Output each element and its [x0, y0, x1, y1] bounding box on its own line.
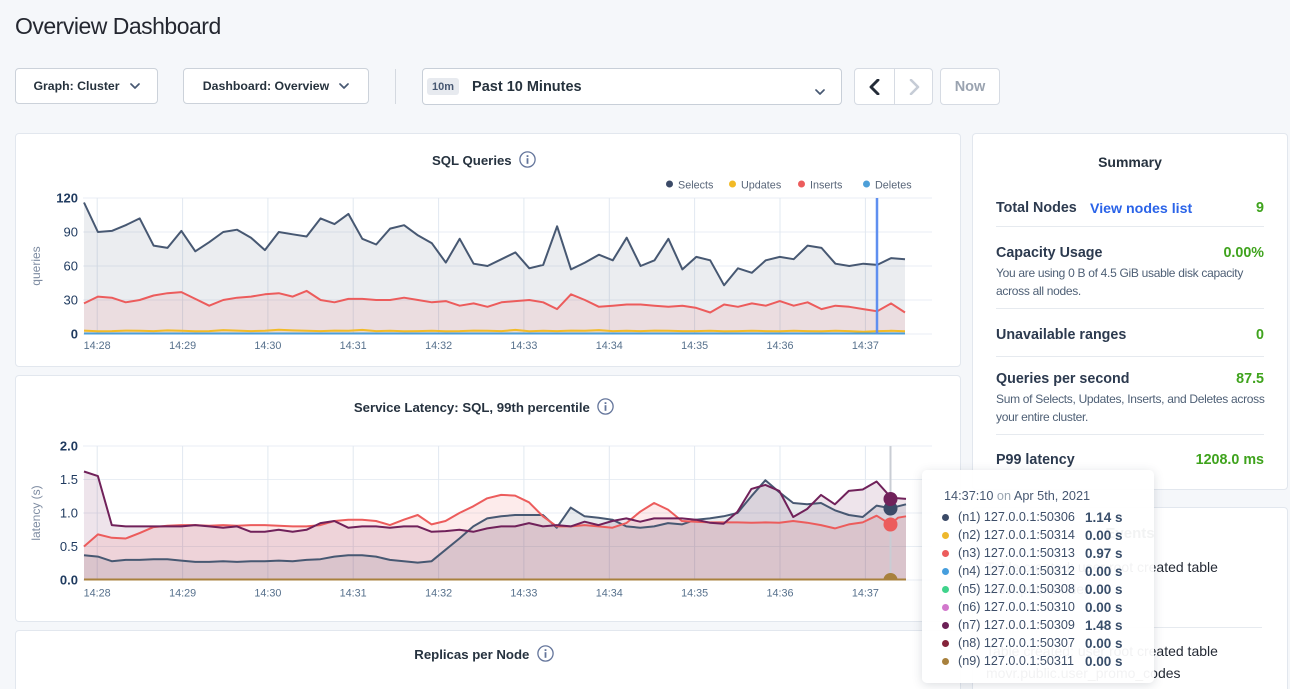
svg-text:120: 120: [56, 191, 78, 206]
svg-text:14:33: 14:33: [510, 588, 537, 600]
svg-text:Selects: Selects: [678, 180, 714, 192]
svg-text:14:28: 14:28: [84, 588, 111, 600]
svg-text:90: 90: [64, 225, 78, 240]
svg-text:14:36: 14:36: [766, 340, 793, 352]
svg-text:latency (s): latency (s): [29, 485, 43, 540]
svg-text:2.0: 2.0: [60, 439, 78, 454]
svg-text:60: 60: [64, 259, 78, 274]
svg-text:0.0: 0.0: [60, 573, 78, 588]
svg-text:14:34: 14:34: [596, 340, 623, 352]
svg-text:14:32: 14:32: [425, 588, 452, 600]
svg-text:Inserts: Inserts: [810, 180, 843, 192]
svg-text:14:32: 14:32: [425, 340, 452, 352]
svg-text:14:28: 14:28: [84, 340, 111, 352]
svg-text:30: 30: [64, 293, 78, 308]
svg-text:14:37: 14:37: [852, 588, 879, 600]
svg-text:14:37: 14:37: [852, 340, 879, 352]
svg-text:queries: queries: [29, 246, 43, 285]
svg-text:14:34: 14:34: [596, 588, 623, 600]
svg-text:0: 0: [71, 327, 78, 342]
svg-text:14:31: 14:31: [340, 588, 367, 600]
svg-text:14:35: 14:35: [681, 588, 708, 600]
svg-text:14:30: 14:30: [254, 340, 281, 352]
svg-text:14:33: 14:33: [510, 340, 537, 352]
svg-text:14:29: 14:29: [169, 588, 196, 600]
svg-text:0.5: 0.5: [60, 539, 78, 554]
svg-text:14:31: 14:31: [340, 340, 367, 352]
svg-text:Deletes: Deletes: [875, 180, 912, 192]
svg-text:14:30: 14:30: [254, 588, 281, 600]
svg-text:14:35: 14:35: [681, 340, 708, 352]
svg-text:1.0: 1.0: [60, 506, 78, 521]
svg-text:14:36: 14:36: [766, 588, 793, 600]
svg-text:Updates: Updates: [741, 180, 782, 192]
svg-text:14:29: 14:29: [169, 340, 196, 352]
svg-text:1.5: 1.5: [60, 472, 78, 487]
